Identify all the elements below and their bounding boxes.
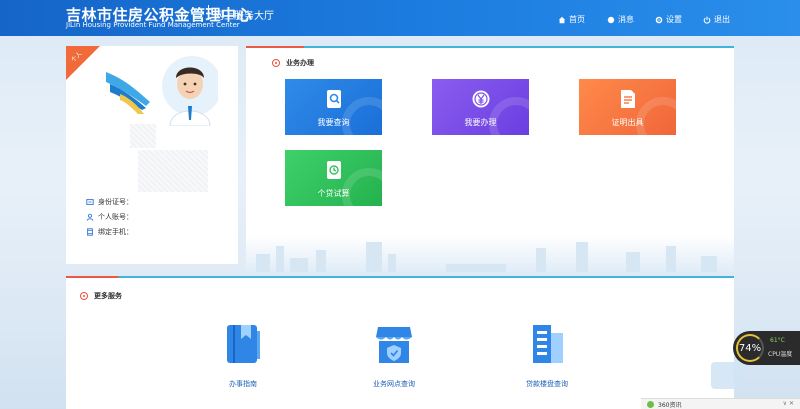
document-icon (620, 90, 635, 108)
account-number-field: 个人账号： (86, 212, 133, 222)
id-number-label: 身份证号： (98, 198, 133, 206)
nav-settings[interactable]: 设置 (655, 14, 682, 25)
title-separator (208, 5, 209, 20)
business-section-title: 业务办理 (272, 58, 314, 68)
avatar (106, 54, 222, 127)
avatar-illustration-icon (106, 56, 222, 127)
nav-messages-label: 消息 (618, 15, 634, 24)
cpu-temperature-value: 61°C (770, 337, 785, 344)
message-icon (607, 16, 615, 23)
more-services-panel: 更多服务 办事指南 业务网点查询 贷款楼盘查询 (66, 276, 734, 409)
tile-decoration (489, 97, 529, 135)
branch-shop-icon (376, 327, 412, 363)
city-skyline-decoration (246, 236, 734, 272)
tile-decoration (342, 97, 382, 135)
bound-phone-field: 绑定手机： (86, 227, 133, 237)
site-subtitle: 网上服务大厅 (214, 11, 274, 22)
cpu-usage-ring: 74% (736, 334, 764, 362)
profile-panel: 个人 身份证号： 个人账号： 绑定手机： (66, 46, 238, 264)
site-title-english: JiLin Housing Provident Fund Management … (66, 21, 240, 29)
target-icon (272, 59, 280, 67)
service-branch-query-label: 业务网点查询 (373, 380, 415, 388)
service-guide-label: 办事指南 (229, 380, 257, 388)
target-icon (80, 292, 88, 300)
id-card-icon (86, 199, 94, 205)
building-icon (533, 325, 563, 363)
nav-settings-label: 设置 (666, 15, 682, 24)
search-doc-icon (326, 90, 341, 108)
business-title-text: 业务办理 (286, 59, 314, 67)
nav-home-label: 首页 (569, 15, 585, 24)
corner-tag-label: 个人 (69, 50, 84, 64)
cpu-usage-value: 74% (738, 342, 762, 354)
floating-assist-button[interactable] (711, 362, 741, 389)
home-icon (558, 16, 566, 23)
nav-logout-label: 退出 (714, 15, 730, 24)
photo-placeholder (130, 124, 156, 148)
tile-query[interactable]: 我要查询 (285, 79, 382, 135)
bound-phone-label: 绑定手机： (98, 228, 133, 236)
calculator-icon (326, 161, 341, 179)
cpu-temp-widget[interactable]: 74% 61°C CPU温度 (733, 331, 800, 365)
cpu-temperature-label: CPU温度 (768, 351, 793, 358)
gear-icon (655, 16, 663, 23)
power-icon (703, 16, 711, 24)
news-popup-bar[interactable]: 360资讯 ∨ ✕ (641, 398, 800, 409)
user-icon (86, 213, 94, 221)
service-guide[interactable]: 办事指南 (223, 323, 263, 389)
service-loan-property-query[interactable]: 贷款楼盘查询 (526, 323, 568, 389)
tile-decoration (636, 97, 676, 135)
qr-placeholder (138, 150, 208, 192)
yuan-icon (472, 90, 489, 108)
phone-icon (87, 228, 93, 236)
top-header: 吉林市住房公积金管理中心 网上服务大厅 JiLin Housing Provid… (0, 0, 800, 36)
news-bar-label: 360资讯 (658, 401, 682, 409)
business-panel: 业务办理 我要查询 我要办理 证明出具 个贷试算 (246, 46, 734, 272)
nav-logout[interactable]: 退出 (703, 14, 730, 25)
more-services-title-text: 更多服务 (94, 292, 122, 300)
tile-loan-calculator[interactable]: 个贷试算 (285, 150, 382, 206)
news-bar-controls[interactable]: ∨ ✕ (783, 400, 794, 407)
tile-certificate[interactable]: 证明出具 (579, 79, 676, 135)
service-loan-property-query-label: 贷款楼盘查询 (526, 380, 568, 388)
account-number-label: 个人账号： (98, 213, 133, 221)
nav-home[interactable]: 首页 (558, 14, 585, 25)
more-services-title: 更多服务 (80, 291, 122, 301)
guide-book-icon (227, 325, 260, 363)
tile-handle[interactable]: 我要办理 (432, 79, 529, 135)
corner-tag: 个人 (66, 46, 100, 80)
service-branch-query[interactable]: 业务网点查询 (373, 323, 415, 389)
id-number-field: 身份证号： (86, 197, 133, 207)
tile-decoration (342, 168, 382, 206)
news-logo-icon (647, 400, 654, 408)
nav-messages[interactable]: 消息 (607, 14, 634, 25)
